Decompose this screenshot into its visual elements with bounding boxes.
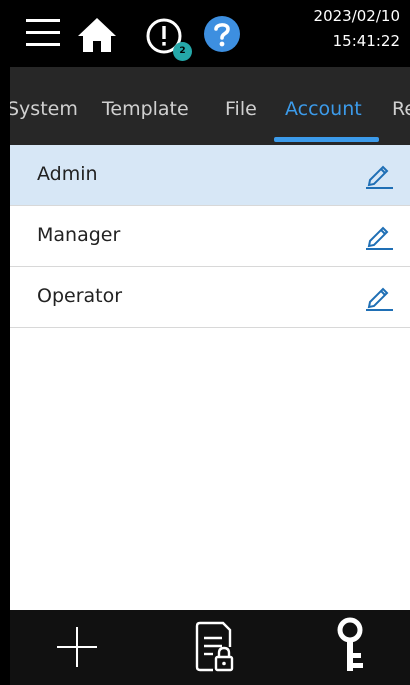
help-icon[interactable]: [203, 15, 241, 53]
tab-re[interactable]: Re: [392, 98, 410, 120]
tab-template[interactable]: Template: [102, 98, 189, 120]
time-text: 15:41:22: [332, 32, 400, 50]
account-name: Operator: [37, 285, 123, 307]
account-row-operator[interactable]: Operator: [10, 267, 410, 328]
active-tab-indicator: [274, 137, 379, 142]
datetime: 2023/02/10 15:41:22: [314, 4, 400, 54]
account-name: Manager: [37, 224, 121, 246]
top-bar: 2 2023/02/10 15:41:22: [10, 0, 410, 67]
account-row-admin[interactable]: Admin: [10, 145, 410, 206]
key-icon[interactable]: [330, 616, 370, 674]
add-icon[interactable]: [55, 625, 99, 669]
screen: 2 2023/02/10 15:41:22 System Template Fi…: [10, 0, 410, 685]
edit-icon[interactable]: [364, 159, 394, 189]
account-row-manager[interactable]: Manager: [10, 206, 410, 267]
edit-icon[interactable]: [364, 281, 394, 311]
date-text: 2023/02/10: [313, 7, 400, 25]
device-frame: 2 2023/02/10 15:41:22 System Template Fi…: [0, 0, 410, 685]
account-list: Admin Manager Operator: [10, 145, 410, 328]
tab-file[interactable]: File: [225, 98, 257, 120]
alert-count-badge: 2: [173, 42, 192, 61]
home-icon[interactable]: [77, 17, 117, 53]
tab-system[interactable]: System: [10, 98, 78, 120]
menu-icon[interactable]: [26, 18, 60, 48]
bottom-bar: [10, 610, 410, 685]
account-name: Admin: [37, 163, 98, 185]
locked-document-icon[interactable]: [193, 620, 237, 674]
tab-account[interactable]: Account: [285, 98, 362, 120]
edit-icon[interactable]: [364, 220, 394, 250]
tab-bar: System Template File Account Re: [10, 67, 410, 145]
